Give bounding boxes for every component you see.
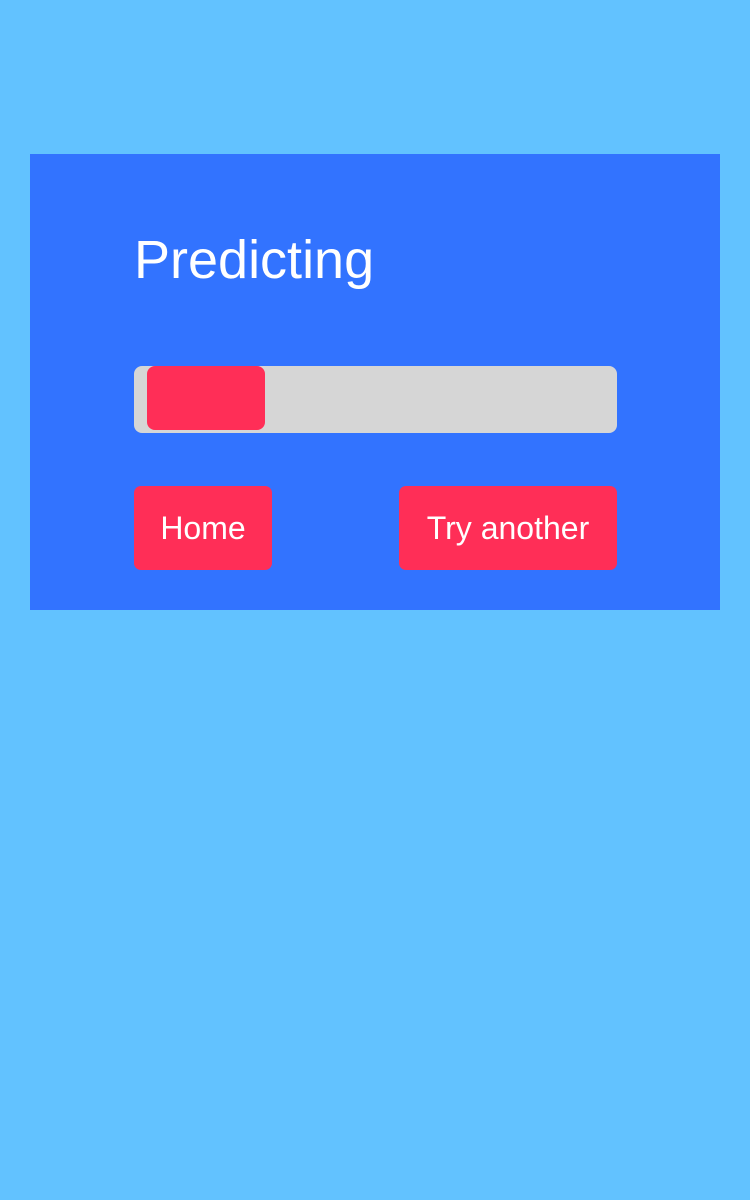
prediction-card: Predicting Home Try another	[30, 154, 720, 610]
progress-bar	[134, 366, 617, 433]
home-button[interactable]: Home	[134, 486, 272, 570]
try-another-button[interactable]: Try another	[399, 486, 617, 570]
page-background: Predicting Home Try another	[0, 0, 750, 1200]
page-title: Predicting	[134, 230, 375, 290]
progress-bar-fill	[147, 366, 265, 430]
